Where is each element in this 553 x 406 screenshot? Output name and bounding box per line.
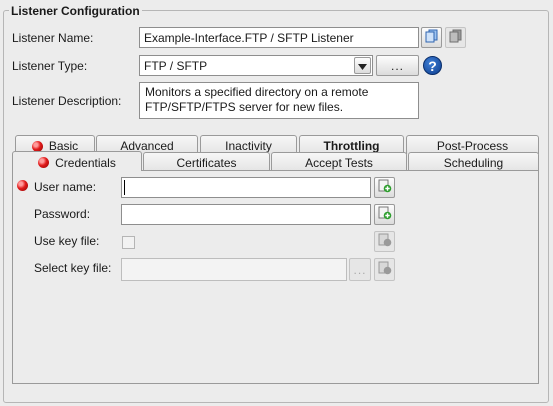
listener-description-field[interactable]: Monitors a specified directory on a remo… <box>139 82 419 119</box>
group-title: Listener Configuration <box>9 4 142 18</box>
add-variable-disabled-icon <box>378 233 392 250</box>
select-key-file-browse-button[interactable]: ... <box>349 258 371 281</box>
copy-button[interactable] <box>421 27 442 48</box>
password-field[interactable] <box>121 204 371 225</box>
text-caret <box>124 180 125 195</box>
error-dot-icon <box>31 140 43 152</box>
listener-name-label: Listener Name: <box>12 31 94 45</box>
tab-accept-tests[interactable]: Accept Tests <box>271 152 407 171</box>
select-key-file-label: Select key file: <box>34 261 112 275</box>
user-name-label: User name: <box>34 180 97 194</box>
tab-label: Scheduling <box>443 156 504 170</box>
user-name-insert-variable-button[interactable] <box>374 177 395 198</box>
tab-certificates[interactable]: Certificates <box>143 152 270 171</box>
select-key-file-field[interactable] <box>121 258 347 281</box>
listener-name-field[interactable]: Example-Interface.FTP / SFTP Listener <box>139 27 419 48</box>
help-icon[interactable]: ? <box>423 56 442 75</box>
add-variable-icon <box>378 179 392 196</box>
listener-type-dropdown-button[interactable] <box>354 57 371 74</box>
error-dot-icon <box>17 180 28 191</box>
tab-scheduling[interactable]: Scheduling <box>408 152 539 171</box>
listener-type-label: Listener Type: <box>12 59 88 73</box>
add-variable-icon <box>378 206 392 223</box>
tab-label: Inactivity <box>225 139 272 153</box>
user-name-field[interactable] <box>121 177 371 198</box>
copy-disabled-button[interactable] <box>445 27 466 48</box>
browse-label: ... <box>353 262 367 277</box>
listener-type-select[interactable]: FTP / SFTP <box>139 55 373 76</box>
password-label: Password: <box>34 207 91 221</box>
tab-label: Certificates <box>176 156 237 170</box>
use-key-file-variable-button[interactable] <box>374 231 395 252</box>
use-key-file-checkbox[interactable] <box>122 236 135 249</box>
tab-label: Throttling <box>323 139 380 153</box>
listener-description-label: Listener Description: <box>12 94 122 108</box>
tab-label: Accept Tests <box>305 156 373 170</box>
browse-label: ... <box>390 58 404 73</box>
copy-icon <box>425 29 439 46</box>
copy-disabled-icon <box>449 29 463 46</box>
dropdown-arrow-icon <box>358 59 367 73</box>
tab-credentials[interactable]: Credentials <box>12 151 142 171</box>
listener-type-browse-button[interactable]: ... <box>376 55 419 76</box>
tab-label: Credentials <box>55 155 116 170</box>
password-insert-variable-button[interactable] <box>374 204 395 225</box>
use-key-file-label: Use key file: <box>34 234 100 248</box>
tab-label: Post-Process <box>436 139 509 153</box>
select-key-file-variable-button[interactable] <box>374 258 395 281</box>
add-variable-disabled-icon <box>378 261 392 278</box>
error-dot-icon <box>38 157 50 168</box>
